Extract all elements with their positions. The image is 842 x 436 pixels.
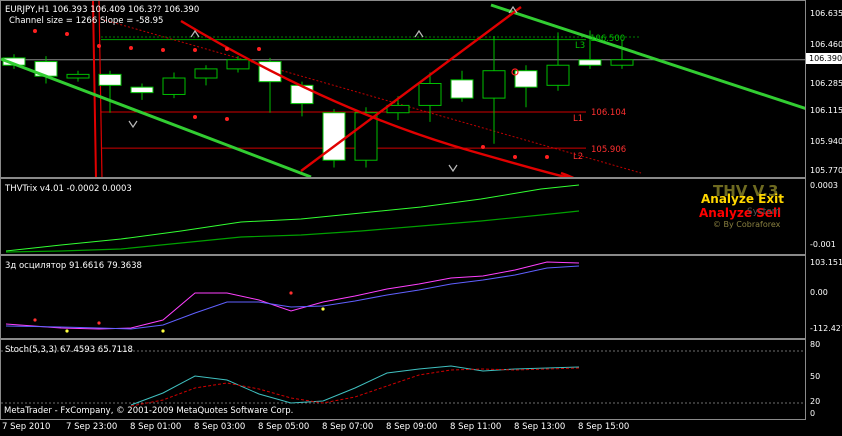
price-tick: 106.635 <box>810 9 842 18</box>
level-l3-tag: L3 <box>575 41 586 51</box>
channel-upper-green <box>490 3 805 110</box>
trix-header: THVTrix v4.01 -0.0002 0.0003 <box>5 184 132 194</box>
down-arrow-marker <box>128 120 138 129</box>
copyright-line: MetaTrader - FxCompany, © 2001-2009 Meta… <box>4 406 294 416</box>
signal-dot <box>65 32 69 36</box>
oscillator-signal-line <box>5 265 580 330</box>
oscillator-dots <box>33 291 325 333</box>
time-label: 8 Sep 05:00 <box>258 422 310 432</box>
oscillator-tick: -112.427 <box>810 324 842 333</box>
signal-dot <box>193 48 197 52</box>
stoch-main-line <box>130 365 580 406</box>
candle-body <box>226 59 250 70</box>
signal-dot <box>545 155 549 159</box>
signal-dot <box>225 117 229 121</box>
vertical-marker-line <box>92 1 97 177</box>
time-label: 8 Sep 09:00 <box>386 422 438 432</box>
time-label: 7 Sep 23:00 <box>66 422 118 432</box>
price-tick: 106.115 <box>810 106 842 115</box>
time-label: 8 Sep 13:00 <box>514 422 566 432</box>
candle-body <box>418 82 442 106</box>
oscillator-3d-pane[interactable]: 3д осцилятор 91.6616 79.3638 <box>0 255 806 339</box>
price-tick: 106.460 <box>810 40 842 49</box>
candle-body <box>354 112 378 161</box>
stoch-header: Stoch(5,3,3) 67.4593 65.7118 <box>5 345 133 355</box>
oscillator-tick: 0.00 <box>810 288 828 297</box>
signal-dot <box>33 29 37 33</box>
credit-label: © By Cobraforex <box>713 220 781 229</box>
signal-dot <box>257 47 261 51</box>
time-label: 7 Sep 2010 <box>2 422 51 432</box>
price-scale[interactable]: 106.635 106.460 106.285 106.115 105.940 … <box>806 0 842 178</box>
stoch-signal-line <box>130 367 580 407</box>
stochastic-scale[interactable]: 80 50 20 0 <box>806 339 842 420</box>
candle-body <box>98 73 122 86</box>
level-l2-price: 105.906 <box>591 145 627 155</box>
candle-body <box>610 59 634 66</box>
trix-fast-line <box>5 184 580 252</box>
level-l1-price: 106.104 <box>591 108 627 118</box>
trend-curve-red-down <box>180 19 575 177</box>
up-arrow-marker <box>414 29 424 38</box>
candle-body <box>386 104 410 114</box>
oscillator-scale[interactable]: 103.151 0.00 -112.427 <box>806 255 842 339</box>
symbol-quote-line: EURJPY,H1 106.393 106.409 106.3?? 106.39… <box>5 5 200 15</box>
candle-body <box>450 79 474 99</box>
time-label: 8 Sep 01:00 <box>130 422 182 432</box>
trix-slow-line <box>5 210 580 253</box>
candle-body <box>290 84 314 105</box>
signal-dot <box>225 47 229 51</box>
down-arrow-marker <box>448 164 458 173</box>
stoch-tick: 20 <box>810 397 821 406</box>
trix-scale[interactable]: 0.0003 -0.001 <box>806 178 842 255</box>
level-l2-tag: L2 <box>573 152 584 162</box>
price-tick: 105.770 <box>810 166 842 175</box>
time-label: 8 Sep 11:00 <box>450 422 502 432</box>
signal-dot <box>513 155 517 159</box>
level-l1-tag: L1 <box>573 114 584 124</box>
time-label: 8 Sep 03:00 <box>194 422 246 432</box>
candle-body <box>162 77 186 95</box>
analyze-exit-label: Analyze Exit <box>701 192 784 206</box>
oscillator-main-line <box>5 261 580 330</box>
oscillator-tick: 103.151 <box>810 258 842 267</box>
candle-body <box>66 73 90 79</box>
level-l3-price: 106.500 <box>590 34 626 44</box>
candle-body <box>130 86 154 94</box>
stoch-tick: 80 <box>810 340 821 349</box>
price-chart-pane[interactable]: EURJPY,H1 106.393 106.409 106.3?? 106.39… <box>0 0 806 178</box>
signal-dot <box>161 48 165 52</box>
signal-dot <box>97 44 101 48</box>
thv-trix-pane[interactable]: THVTrix v4.01 -0.0002 0.0003 THV V.3 Ana… <box>0 178 806 255</box>
current-price-marker: 106.390 <box>806 53 842 64</box>
price-tick: 106.285 <box>810 79 842 88</box>
channel-info-line: Channel size = 1266 Slope = -58.95 <box>9 16 164 26</box>
candle-body <box>194 68 218 79</box>
signal-dot <box>129 46 133 50</box>
oscillator-header: 3д осцилятор 91.6616 79.3638 <box>5 261 142 271</box>
stoch-tick: 0 <box>810 409 816 418</box>
candle-body <box>546 64 570 86</box>
signal-dot <box>481 145 485 149</box>
price-tick: 105.940 <box>810 137 842 146</box>
stochastic-pane[interactable]: Stoch(5,3,3) 67.4593 65.7118 MetaTrader … <box>0 339 806 420</box>
time-label: 8 Sep 07:00 <box>322 422 374 432</box>
signal-dot <box>193 115 197 119</box>
trix-tick: -0.001 <box>810 240 836 249</box>
price-chart-canvas[interactable] <box>1 1 806 178</box>
candle-body <box>578 59 602 66</box>
candle-body <box>482 70 506 99</box>
trix-tick: 0.0003 <box>810 181 838 190</box>
stoch-tick: 50 <box>810 372 821 381</box>
system-label: System <box>747 207 781 217</box>
time-label: 8 Sep 15:00 <box>578 422 630 432</box>
vertical-marker-line <box>98 1 103 177</box>
